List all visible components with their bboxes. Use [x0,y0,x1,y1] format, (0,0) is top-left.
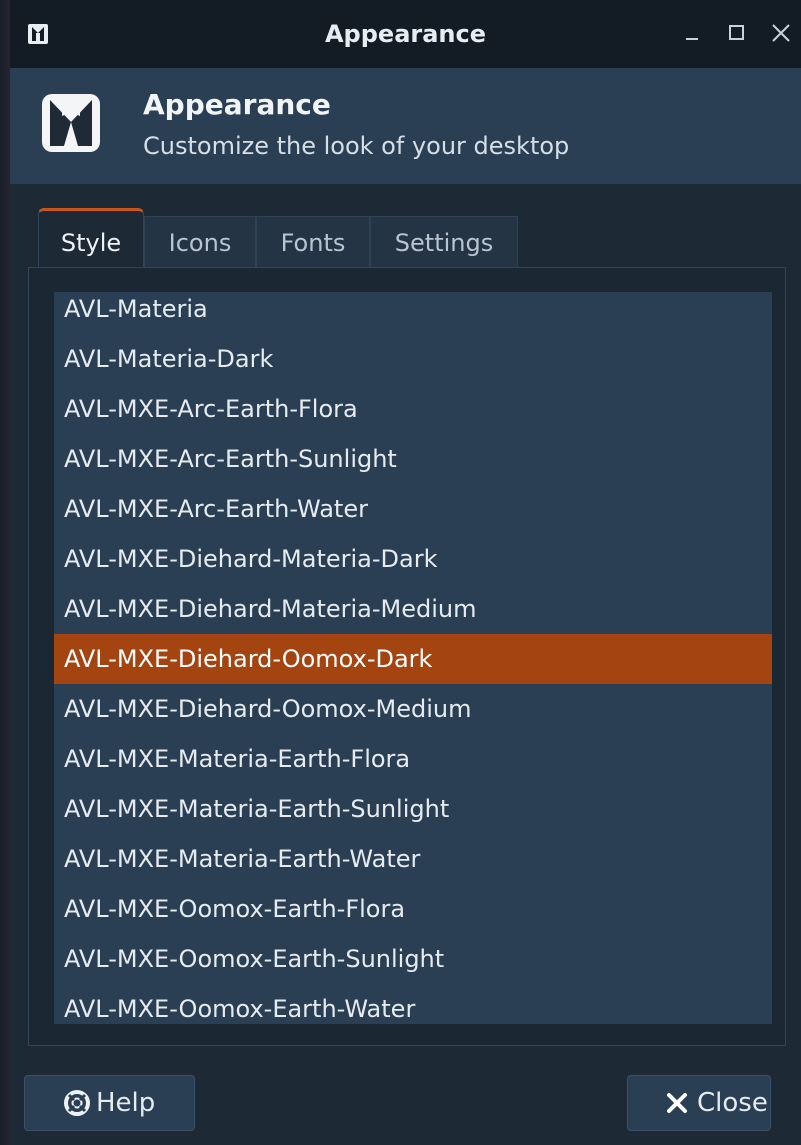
tab-bar: Style Icons Fonts Settings [28,208,786,268]
style-panel: AVL-Materia AVL-Materia-Dark AVL-MXE-Arc… [28,267,786,1046]
header-subtitle: Customize the look of your desktop [143,132,570,160]
close-x-icon [667,1093,687,1113]
desktop-edge [0,0,10,1145]
list-item[interactable]: AVL-Materia-Dark [54,334,772,384]
list-item[interactable]: AVL-MXE-Materia-Earth-Sunlight [54,784,772,834]
list-item[interactable]: AVL-MXE-Diehard-Materia-Dark [54,534,772,584]
style-list[interactable]: AVL-Materia AVL-Materia-Dark AVL-MXE-Arc… [54,292,772,1024]
title-bar[interactable]: Appearance [10,0,801,68]
list-item[interactable]: AVL-MXE-Diehard-Oomox-Medium [54,684,772,734]
list-item[interactable]: AVL-MXE-Diehard-Materia-Medium [54,584,772,634]
list-item[interactable]: AVL-MXE-Arc-Earth-Flora [54,384,772,434]
list-item[interactable]: AVL-MXE-Materia-Earth-Flora [54,734,772,784]
minimize-icon[interactable] [678,18,708,48]
list-item[interactable]: AVL-MXE-Oomox-Earth-Sunlight [54,934,772,984]
maximize-icon[interactable] [722,18,752,48]
header-title: Appearance [143,88,331,121]
tab-icons[interactable]: Icons [144,216,256,268]
help-button[interactable]: Help [24,1075,195,1131]
appearance-tuxedo-icon [42,94,100,152]
help-lifebuoy-icon [64,1090,90,1116]
close-icon[interactable] [766,18,796,48]
tab-settings[interactable]: Settings [370,216,518,268]
help-button-label: Help [96,1088,156,1118]
tab-style[interactable]: Style [38,208,144,268]
list-item[interactable]: AVL-MXE-Materia-Earth-Water [54,834,772,884]
close-button[interactable]: Close [627,1075,771,1131]
list-item-selected[interactable]: AVL-MXE-Diehard-Oomox-Dark [54,634,772,684]
appearance-notebook: Style Icons Fonts Settings AVL-Materia A… [28,208,786,1046]
close-button-label: Close [697,1088,768,1118]
list-item[interactable]: AVL-Materia [54,292,772,334]
list-item[interactable]: AVL-MXE-Arc-Earth-Water [54,484,772,534]
tab-fonts[interactable]: Fonts [256,216,370,268]
list-item[interactable]: AVL-MXE-Oomox-Earth-Water [54,984,772,1024]
appearance-window: Appearance Appearance Customize the look… [10,0,801,1145]
list-item[interactable]: AVL-MXE-Oomox-Earth-Flora [54,884,772,934]
header-banner: Appearance Customize the look of your de… [10,68,801,184]
list-item[interactable]: AVL-MXE-Arc-Earth-Sunlight [54,434,772,484]
